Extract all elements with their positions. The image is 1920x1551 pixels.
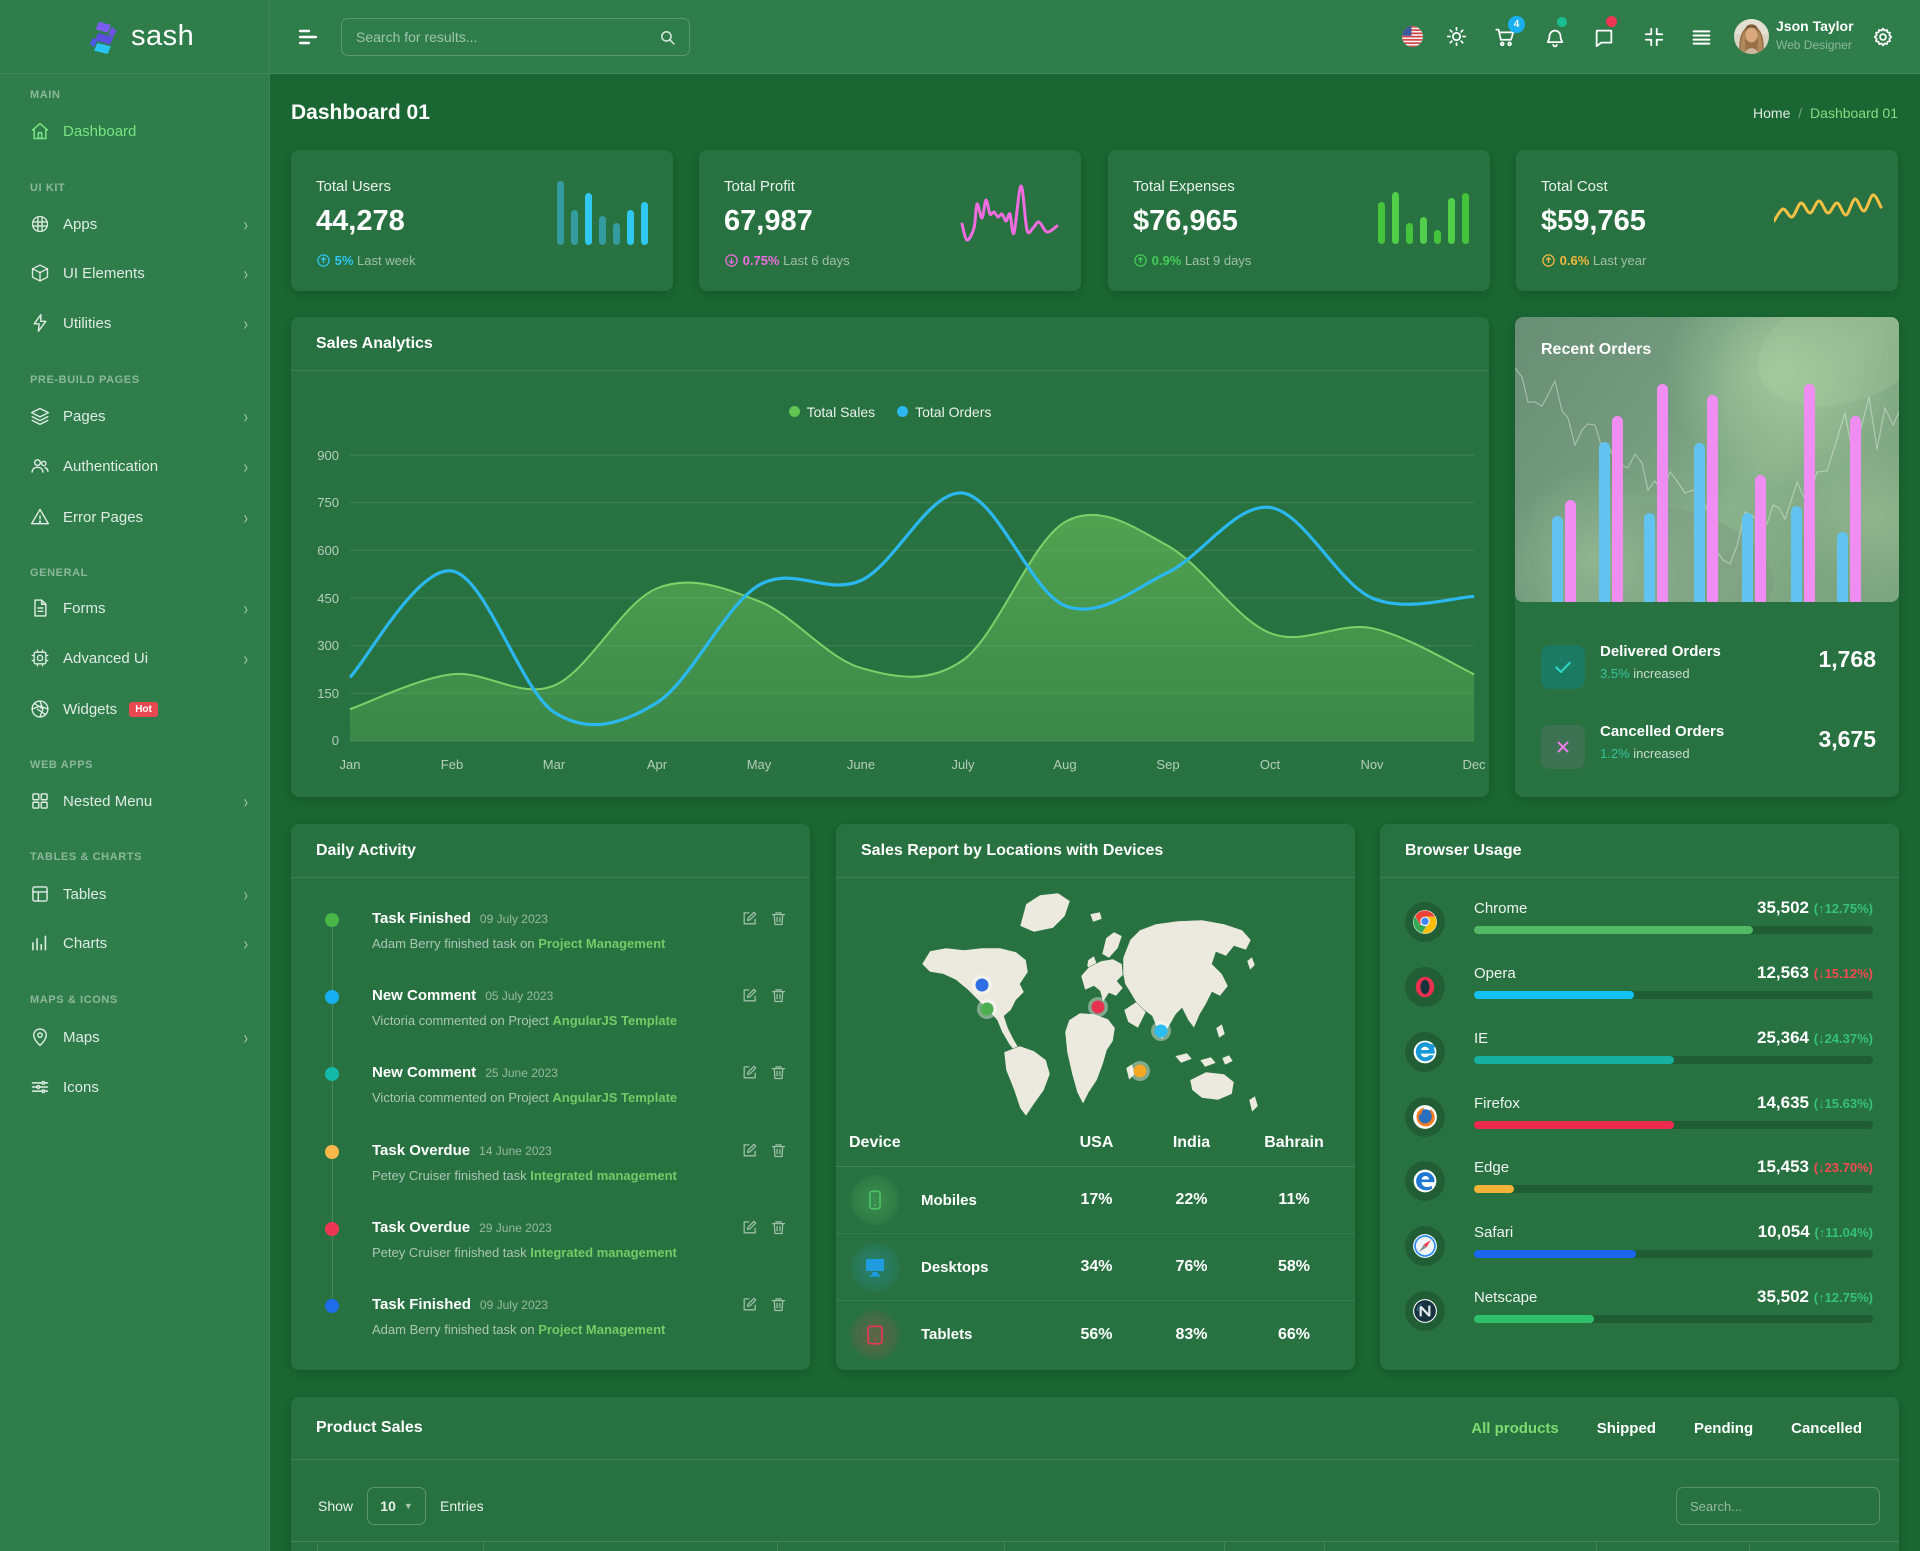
svg-text:450: 450 xyxy=(317,591,339,606)
svg-text:June: June xyxy=(847,757,875,772)
svg-text:Sep: Sep xyxy=(1156,757,1179,772)
svg-text:750: 750 xyxy=(317,495,339,510)
svg-text:July: July xyxy=(951,757,975,772)
svg-text:0: 0 xyxy=(332,733,339,748)
svg-text:300: 300 xyxy=(317,638,339,653)
svg-text:900: 900 xyxy=(317,448,339,463)
svg-text:Apr: Apr xyxy=(647,757,668,772)
svg-text:Jan: Jan xyxy=(340,757,361,772)
svg-text:Dec: Dec xyxy=(1462,757,1486,772)
svg-text:Nov: Nov xyxy=(1360,757,1384,772)
svg-text:May: May xyxy=(747,757,772,772)
svg-text:Aug: Aug xyxy=(1053,757,1076,772)
svg-text:600: 600 xyxy=(317,543,339,558)
svg-text:Oct: Oct xyxy=(1260,757,1281,772)
svg-text:Mar: Mar xyxy=(543,757,566,772)
svg-text:150: 150 xyxy=(317,686,339,701)
svg-text:Feb: Feb xyxy=(441,757,463,772)
